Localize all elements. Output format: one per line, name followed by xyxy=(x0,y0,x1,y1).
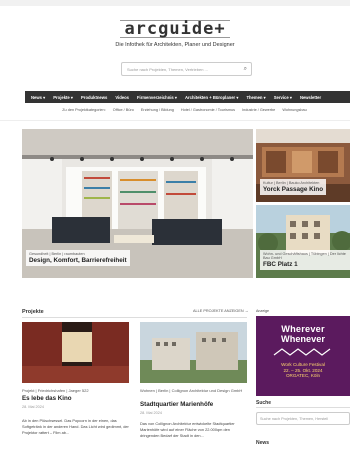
nav-item-firmenverzeichnis[interactable]: Firmenverzeichnis ▾ xyxy=(137,95,177,100)
projects-heading: Projekte xyxy=(22,309,44,315)
show-all-projects-link[interactable]: ALLE PROJEKTE ANZEIGEN → xyxy=(193,309,249,313)
project-card-title-1[interactable]: Es lebe das Kino xyxy=(22,395,132,402)
nav-item-projekte[interactable]: Projekte ▾ xyxy=(53,95,73,100)
category-housing[interactable]: Wohnungsbau xyxy=(282,108,306,112)
sidebar-search-input[interactable]: Suche nach Projekten, Themen, Herstell xyxy=(256,412,350,425)
project-card-date-1: 28. Mai 2024 xyxy=(22,405,44,409)
nav-item-themen[interactable]: Themen ▾ xyxy=(246,95,265,100)
nav-item-architekten[interactable]: Architekten + Büroplaner ▾ xyxy=(185,95,238,100)
ad-venue: ORGATEC, Köln xyxy=(285,373,321,378)
sidebar-news-heading: News xyxy=(256,440,270,446)
nav-item-newsletter[interactable]: Newsletter xyxy=(300,95,321,100)
project-categories: Zu den Projektkategorien: Office / Büro … xyxy=(25,108,350,112)
nav-item-news[interactable]: News ▾ xyxy=(31,95,45,100)
logo-text[interactable]: arcguide+ xyxy=(120,20,230,38)
category-education[interactable]: Erziehung / Bildung xyxy=(141,108,174,112)
sidebar-search-placeholder: Suche nach Projekten, Themen, Herstell xyxy=(260,417,329,421)
tagline: Die Infothek für Architekten, Planer und… xyxy=(115,42,235,48)
project-card-meta-2: Wohnen | Berlin | Collignon Architektur … xyxy=(140,388,243,393)
main-nav: News ▾ Projekte ▾ Produktnews Videos Fir… xyxy=(25,91,350,103)
hero-main-image[interactable]: Gesundheit | Berlin | raumbauten Design,… xyxy=(22,129,253,278)
hero-side-image-1[interactable]: Kultur | Berlin | Bauko Architekten Yorc… xyxy=(256,129,350,202)
search-input[interactable]: Suche nach Projekten, Themen, Vertrieben… xyxy=(121,62,252,76)
category-industry[interactable]: Industrie / Gewerbe xyxy=(242,108,275,112)
ad-headline-2: Whenever xyxy=(281,334,325,344)
project-card-image-2[interactable] xyxy=(140,322,247,383)
search-icon[interactable]: ⌕ xyxy=(244,66,247,73)
project-card-meta-1: Projekt | Friedrichshafen | Jaeger 522 xyxy=(22,388,89,393)
project-card-title-2[interactable]: Stadtquartier Marienhöfe xyxy=(140,401,250,408)
project-card-text-2: Das von Collignon Architektur entwickelt… xyxy=(140,421,235,438)
hero-side1-title[interactable]: Yorck Passage Kino xyxy=(263,186,323,193)
projects-divider xyxy=(22,317,247,318)
hero-side1-caption[interactable]: Kultur | Berlin | Bauko Architekten Yorc… xyxy=(260,179,327,195)
nav-item-videos[interactable]: Videos xyxy=(115,95,129,100)
hero-side2-meta: Wohn- und Geschäftshaus | Tübingen | Der… xyxy=(263,252,346,260)
ad-zigzag-graphic xyxy=(273,348,331,356)
categories-label: Zu den Projektkategorien: xyxy=(62,108,106,112)
project-card-date-2: 28. Mai 2024 xyxy=(140,411,162,415)
category-hotel[interactable]: Hotel / Gastronomie / Tourismus xyxy=(181,108,235,112)
hero-side2-caption[interactable]: Wohn- und Geschäftshaus | Tübingen | Der… xyxy=(260,250,350,270)
nav-item-produktnews[interactable]: Produktnews xyxy=(81,95,107,100)
hero-side2-title[interactable]: FBC Platz 1 xyxy=(263,261,347,268)
search-placeholder: Suche nach Projekten, Themen, Vertrieben… xyxy=(127,67,208,72)
ad-label: Anzeige xyxy=(256,309,269,313)
top-bar xyxy=(0,0,350,6)
site-logo[interactable]: arcguide+ Die Infothek für Architekten, … xyxy=(0,20,350,48)
advertisement-banner[interactable]: Wherever Whenever Work Culture Festival … xyxy=(256,316,350,396)
category-office[interactable]: Office / Büro xyxy=(113,108,134,112)
hero-main-title[interactable]: Design, Komfort, Barrierefreiheit xyxy=(29,257,127,264)
cinema-hall-photo xyxy=(22,322,129,383)
hero-main-meta: Gesundheit | Berlin | raumbauten xyxy=(29,252,85,256)
divider xyxy=(0,120,350,121)
hero-side-image-2[interactable]: Wohn- und Geschäftshaus | Tübingen | Der… xyxy=(256,205,350,278)
ad-headline-1: Wherever xyxy=(281,324,325,334)
residential-quarter-photo xyxy=(140,322,247,383)
project-card-image-1[interactable] xyxy=(22,322,129,383)
project-card-text-1: Ab in den Plüschsessel. Das Popcorn in d… xyxy=(22,418,129,435)
sidebar-divider xyxy=(256,407,350,408)
nav-item-service[interactable]: Service ▾ xyxy=(274,95,292,100)
sidebar-search-heading: Suche xyxy=(256,400,272,406)
hero-main-caption[interactable]: Gesundheit | Berlin | raumbauten Design,… xyxy=(26,250,130,266)
hero-side1-meta: Kultur | Berlin | Bauko Architekten xyxy=(263,181,320,185)
